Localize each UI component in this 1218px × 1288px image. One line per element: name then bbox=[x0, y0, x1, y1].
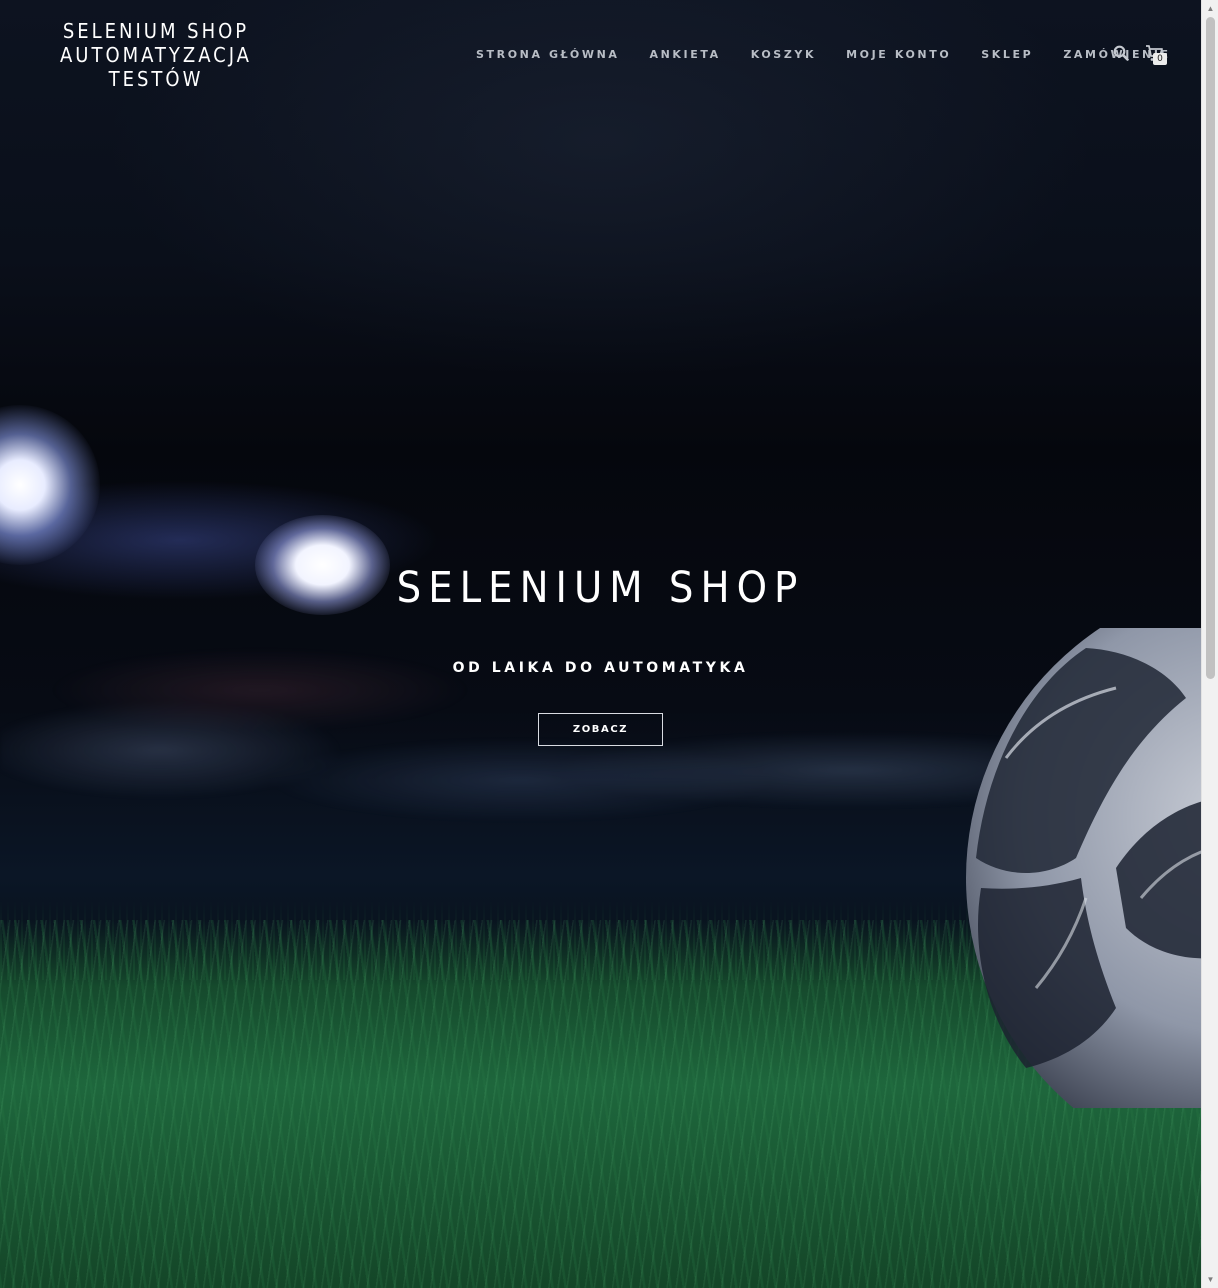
scrollbar-thumb[interactable] bbox=[1206, 17, 1215, 679]
site-logo[interactable]: SELENIUM SHOP AUTOMATYZACJA TESTÓW bbox=[40, 19, 272, 91]
page-viewport: SELENIUM SHOP AUTOMATYZACJA TESTÓW STRON… bbox=[0, 0, 1201, 1288]
nav-item-strona-glowna[interactable]: STRONA GŁÓWNA bbox=[476, 47, 620, 63]
nav-item-moje-konto[interactable]: MOJE KONTO bbox=[846, 47, 951, 63]
hero-subtitle: OD LAIKA DO AUTOMATYKA bbox=[452, 660, 749, 676]
grass-field bbox=[0, 920, 1201, 1288]
site-header: SELENIUM SHOP AUTOMATYZACJA TESTÓW STRON… bbox=[0, 0, 1201, 110]
logo-line: SELENIUM SHOP bbox=[62, 19, 250, 43]
hero-cta-button[interactable]: ZOBACZ bbox=[538, 713, 663, 746]
vertical-scrollbar[interactable]: ▲ ▼ bbox=[1201, 0, 1218, 1288]
search-icon[interactable] bbox=[1113, 45, 1129, 61]
grass-tips bbox=[0, 900, 1201, 980]
hero-title: SELENIUM SHOP bbox=[396, 563, 805, 613]
nav-item-koszyk[interactable]: KOSZYK bbox=[751, 47, 816, 63]
logo-line: AUTOMATYZACJA bbox=[60, 43, 252, 67]
hero-section: SELENIUM SHOP OD LAIKA DO AUTOMATYKA ZOB… bbox=[0, 560, 1201, 746]
arrow-down-icon[interactable]: ▼ bbox=[1202, 1271, 1218, 1288]
arrow-up-icon[interactable]: ▲ bbox=[1202, 0, 1218, 17]
nav-item-sklep[interactable]: SKLEP bbox=[981, 47, 1033, 63]
logo-line: TESTÓW bbox=[108, 67, 204, 91]
main-navigation: STRONA GŁÓWNA ANKIETA KOSZYK MOJE KONTO … bbox=[476, 47, 1171, 63]
nav-item-ankieta[interactable]: ANKIETA bbox=[650, 47, 721, 63]
cart-count-badge: 0 bbox=[1153, 53, 1167, 65]
stadium-floodlight bbox=[0, 405, 100, 565]
